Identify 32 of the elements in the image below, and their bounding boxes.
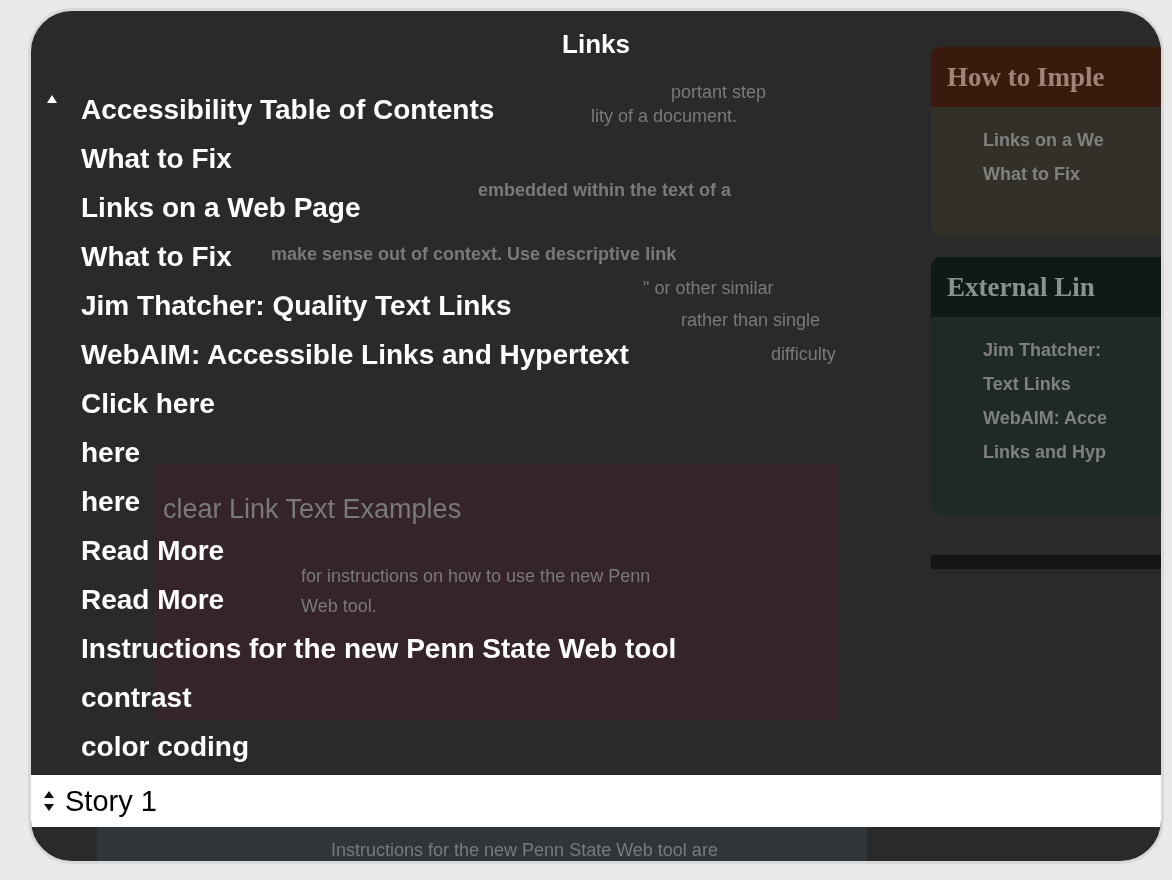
page-text: clear Link Text Examples [163,493,462,526]
link-item[interactable]: Jim Thatcher: Quality Text Links [81,287,512,324]
link-item[interactable]: Accessibility Table of Contents [81,91,495,128]
link-item[interactable]: What to Fix [81,238,232,275]
link-item[interactable]: Read More [81,532,225,569]
page-text: Web tool. [301,595,377,618]
page-text: difficulty [771,343,836,366]
link-item[interactable]: Links on a Web Page [81,189,361,226]
page-text: make sense out of context. Use descriptive link [271,243,677,266]
rotor-title: Links [562,28,630,61]
up-down-arrows-icon [43,790,55,812]
card-title: How to Imple [947,60,1105,94]
page-text: portant step [671,81,767,104]
link-item[interactable]: Instructions for the new Penn State Web tool [81,630,677,667]
card-title: External Lin [947,270,1095,304]
page-text: for instructions on how to use the new Penn [301,565,651,588]
link-item[interactable]: color coding [81,728,249,765]
link-item[interactable]: WebAIM: Accessible Links and Hypertext [81,336,629,373]
page-text: lity of a document. [591,105,738,128]
scroll-up-icon [47,95,57,103]
page-text: " or other similar [643,277,774,300]
link-item[interactable]: Read More [81,581,225,618]
page-text: Instructions for the new Penn State Web tool are [331,839,718,861]
rotor-selector[interactable]: Story 1 [31,775,1161,827]
page-text: embedded within the text of a [478,179,732,202]
link-item[interactable]: contrast [81,679,192,716]
page-text: rather than single [681,309,821,332]
link-item[interactable]: What to Fix [81,140,232,177]
rotor-category: Story 1 [65,784,157,819]
link-item[interactable]: Click here [81,385,215,422]
link-item[interactable]: here [81,483,141,520]
link-item[interactable]: here [81,434,141,471]
